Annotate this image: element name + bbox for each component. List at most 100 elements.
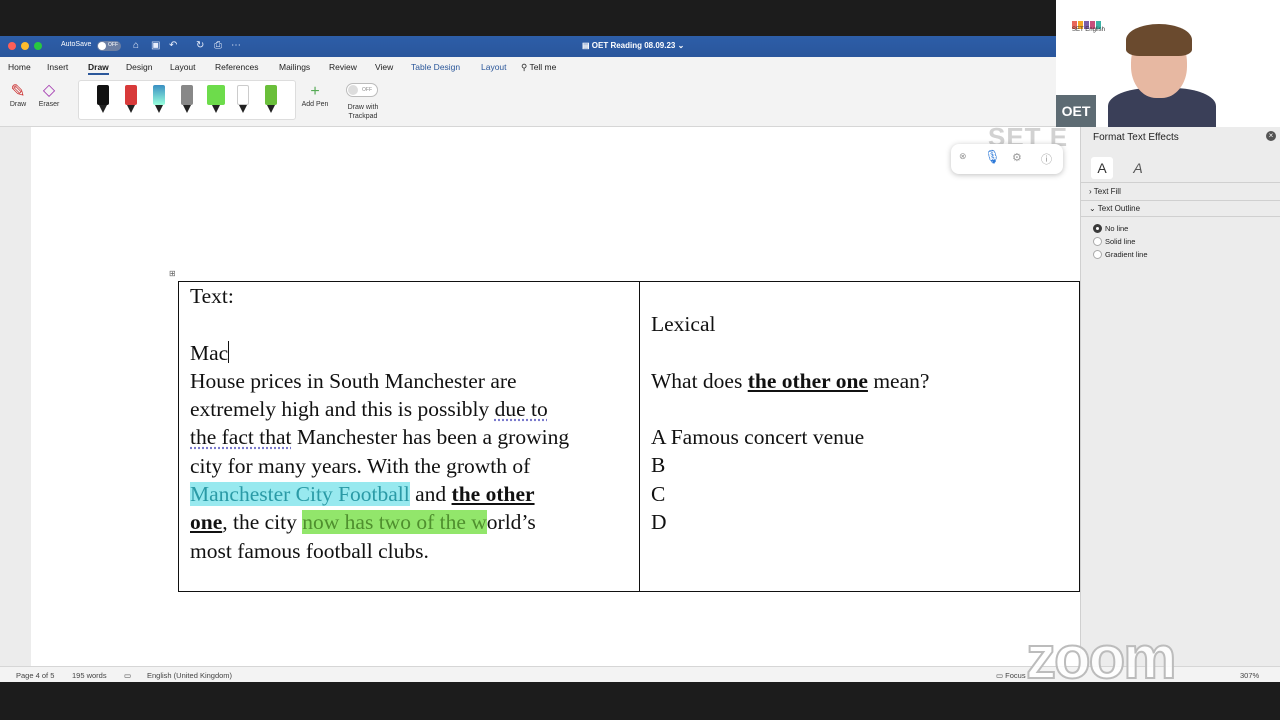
text-fill-outline-tab[interactable]: A <box>1091 157 1113 179</box>
table-cell-text[interactable]: Text: Mac House prices in South Manchest… <box>190 282 630 565</box>
tab-design[interactable]: Design <box>126 62 152 72</box>
tab-home[interactable]: Home <box>8 62 31 72</box>
text-effects-tab[interactable]: A <box>1127 157 1149 179</box>
redo-icon[interactable]: ↻ <box>196 40 204 51</box>
blank-line <box>651 338 1071 366</box>
plus-icon: + <box>300 83 330 101</box>
draw-tool-button[interactable]: ✎ Draw <box>6 81 30 108</box>
help-icon[interactable]: ⓘ <box>1041 151 1052 167</box>
focus-icon: ▭ <box>996 671 1005 680</box>
autosave-state: OFF <box>108 42 118 48</box>
pane-title: Format Text Effects <box>1093 132 1179 143</box>
tab-draw[interactable]: Draw <box>88 62 109 75</box>
zoom-level[interactable]: 307% <box>1240 671 1259 680</box>
zoom-window-button[interactable] <box>34 42 42 50</box>
presenter-video: SET English OET <box>1056 0 1280 127</box>
passage-text: , the city <box>222 510 302 534</box>
pencil-icon: ✎ <box>6 81 30 101</box>
tab-table-design[interactable]: Table Design <box>411 62 460 72</box>
grammar-flag[interactable]: due to <box>495 397 548 421</box>
highlighter-green[interactable] <box>207 85 225 113</box>
tab-table-layout[interactable]: Layout <box>481 62 507 72</box>
trackpad-label: Draw with Trackpad <box>340 103 386 121</box>
eraser-tool-button[interactable]: ◇ Eraser <box>34 81 64 108</box>
document-table[interactable]: Text: Mac House prices in South Manchest… <box>178 281 1080 592</box>
pen-red[interactable] <box>125 85 137 113</box>
column-divider[interactable] <box>639 282 640 591</box>
tab-references[interactable]: References <box>215 62 258 72</box>
tab-view[interactable]: View <box>375 62 393 72</box>
language[interactable]: English (United Kingdom) <box>147 671 232 680</box>
save-icon[interactable]: ▣ <box>151 40 160 51</box>
add-pen-button[interactable]: + Add Pen <box>300 83 330 108</box>
blank-line <box>190 310 630 338</box>
text-outline-section[interactable]: ⌄ Text Outline <box>1089 204 1140 213</box>
pen-green[interactable] <box>265 85 277 113</box>
dictation-popup: ⊗ 🎙 ⚙ ⓘ <box>951 144 1063 174</box>
highlight-green: now has two of the w <box>302 510 487 534</box>
autosave-toggle[interactable]: OFF <box>97 41 121 51</box>
autosave-label: AutoSave <box>61 41 91 48</box>
radio-label: No line <box>1105 224 1128 233</box>
eraser-icon: ◇ <box>34 81 64 101</box>
bottom-bezel <box>0 682 1280 720</box>
passage-line-1: House prices in South Manchester are <box>190 367 630 395</box>
close-icon[interactable]: ⊗ <box>959 151 967 162</box>
text-heading: Text: <box>190 282 630 310</box>
bold-underlined-text: the other <box>452 482 535 506</box>
text-cursor <box>228 341 229 363</box>
document-title[interactable]: ▤ OET Reading 08.09.23 ⌄ <box>582 41 684 50</box>
passage-line-2: extremely high and this is possibly due … <box>190 395 630 423</box>
home-icon[interactable]: ⌂ <box>133 40 139 51</box>
tell-me-search[interactable]: ⚲ Tell me <box>521 62 556 73</box>
print-icon[interactable]: ⎙ <box>214 40 222 51</box>
toggle-knob <box>98 42 106 50</box>
focus-label: Focus <box>1005 671 1025 680</box>
pen-pencil-blue[interactable] <box>153 85 165 113</box>
undo-icon[interactable]: ↶ <box>169 40 177 51</box>
question-prefix: What does <box>651 369 748 393</box>
tab-review[interactable]: Review <box>329 62 357 72</box>
draw-with-trackpad-toggle[interactable]: OFF <box>346 83 378 97</box>
tab-layout[interactable]: Layout <box>170 62 196 72</box>
blank-line <box>651 395 1071 423</box>
bold-underlined-text: one <box>190 510 222 534</box>
divider <box>1081 182 1280 183</box>
draw-ribbon: ✎ Draw ◇ Eraser + Add Pen OFF Draw with … <box>0 77 1056 127</box>
text-outline-label: Text Outline <box>1098 204 1140 213</box>
chevron-down-icon: ⌄ <box>675 41 684 50</box>
focus-button[interactable]: ▭ Focus <box>996 671 1026 680</box>
divider <box>1081 200 1280 201</box>
page-count[interactable]: Page 4 of 5 <box>16 671 54 680</box>
tell-me-label: Tell me <box>529 62 556 72</box>
passage-text: Manchester has been a growing <box>291 425 569 449</box>
tab-insert[interactable]: Insert <box>47 62 68 72</box>
pen-white[interactable] <box>237 85 249 113</box>
pen-gray[interactable] <box>181 85 193 113</box>
oet-badge: OET <box>1056 95 1096 127</box>
pen-black[interactable] <box>97 85 109 113</box>
text-fill-section[interactable]: › Text Fill <box>1089 187 1121 196</box>
radio-dot <box>1093 237 1102 246</box>
tab-mailings[interactable]: Mailings <box>279 62 310 72</box>
close-pane-button[interactable]: × <box>1266 131 1276 141</box>
radio-dot <box>1093 250 1102 259</box>
table-cell-question[interactable]: Lexical What does the other one mean? A … <box>651 310 1071 536</box>
minimize-window-button[interactable] <box>21 42 29 50</box>
radio-label: Gradient line <box>1105 250 1148 259</box>
document-icon: ▤ <box>582 41 592 50</box>
proofing-icon[interactable]: ▭ <box>124 671 131 680</box>
more-icon[interactable]: ⋯ <box>231 40 241 51</box>
document-title-text: OET Reading 08.09.23 <box>592 41 676 50</box>
passage-line-6: one, the city now has two of the world’s <box>190 508 630 536</box>
grammar-flag[interactable]: the fact that <box>190 425 291 449</box>
passage-line-5: Manchester City Football and the other <box>190 480 630 508</box>
word-count[interactable]: 195 words <box>72 671 107 680</box>
question-heading: Lexical <box>651 310 1071 338</box>
close-window-button[interactable] <box>8 42 16 50</box>
radio-dot <box>1093 224 1102 233</box>
gear-icon[interactable]: ⚙ <box>1012 151 1022 164</box>
ribbon-tabs: Home Insert Draw Design Layout Reference… <box>0 57 1056 77</box>
microphone-icon[interactable]: 🎙 <box>984 149 1001 165</box>
table-move-handle-icon[interactable]: ⊞ <box>169 270 177 278</box>
